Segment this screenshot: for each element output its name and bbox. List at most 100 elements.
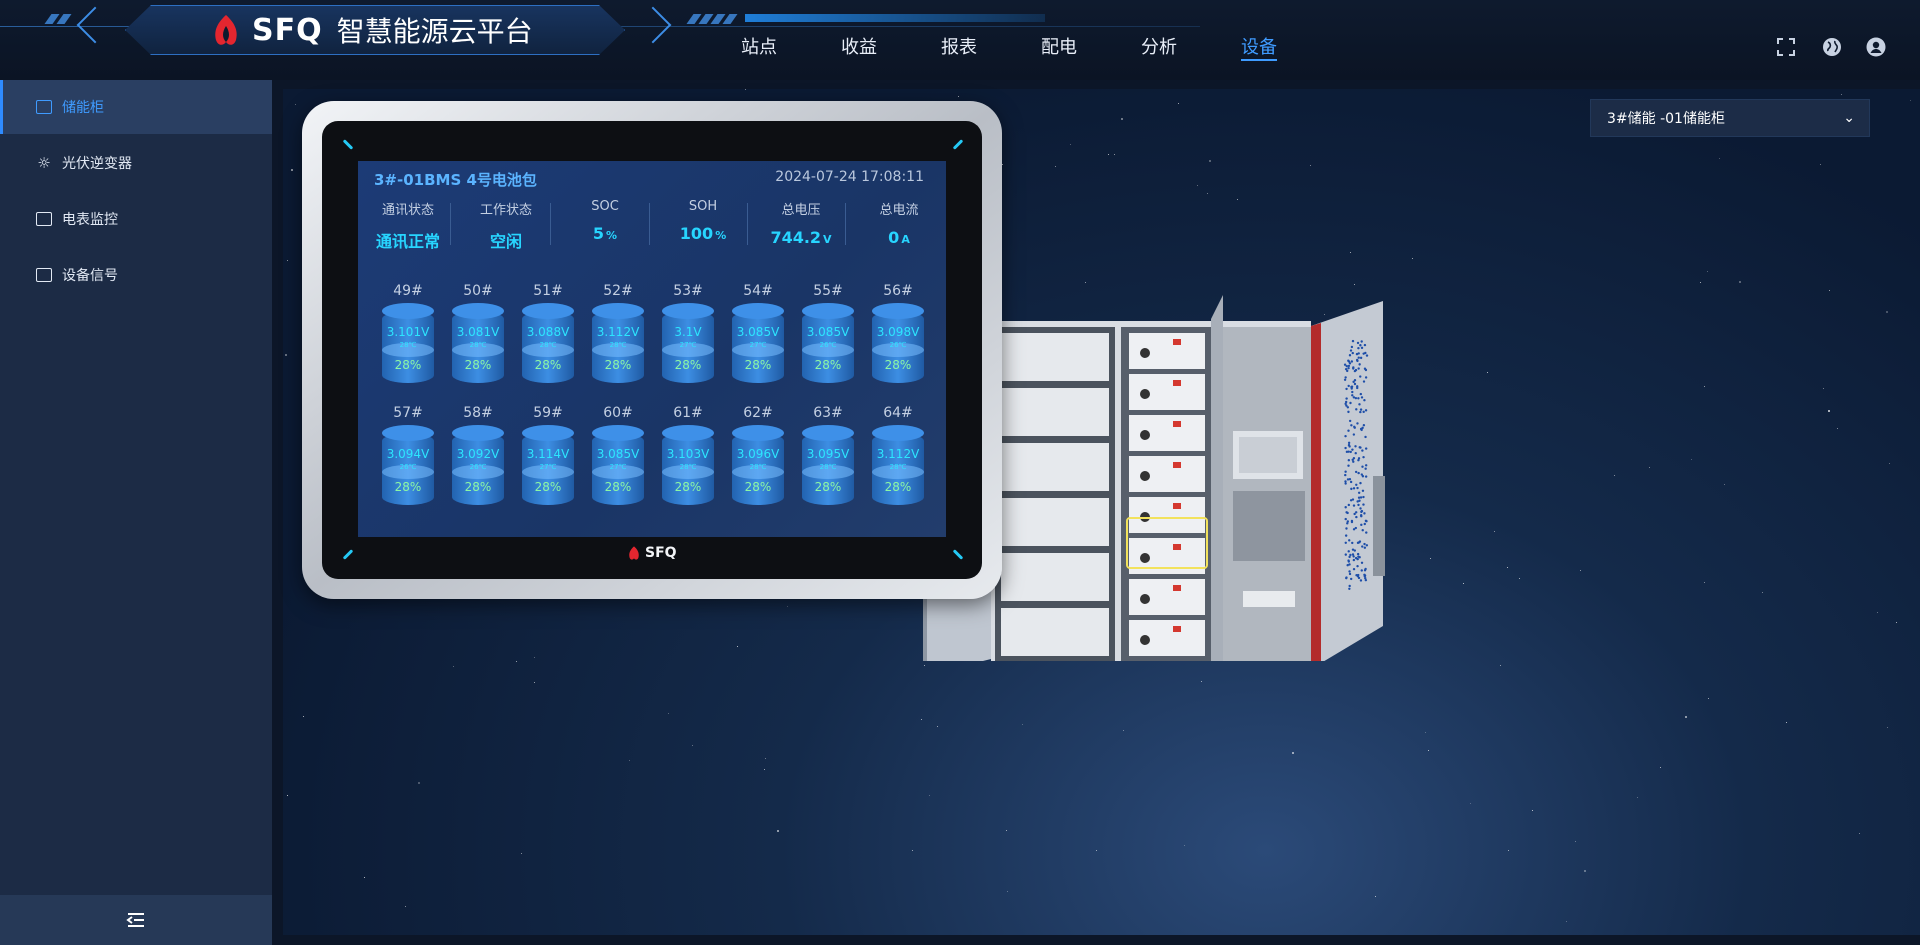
device-select[interactable]: 3#储能 -01储能柜 ⌄ [1590, 99, 1870, 137]
stat-total-voltage: 总电压 744.2 V [752, 199, 850, 247]
battery-cylinder-icon: 3.114V 27℃ 28% [522, 425, 574, 511]
battery-cell[interactable]: 63# 3.095V 28℃ 28% [802, 405, 854, 511]
bms-pack-title: 3#-01BMS 4号电池包 [374, 171, 537, 189]
cell-soc: 28% [744, 358, 772, 372]
cell-soc: 28% [464, 358, 492, 372]
stat-value: 通讯正常 [375, 232, 440, 251]
flame-logo-icon [215, 15, 237, 45]
battery-cell[interactable]: 49# 3.101V 28℃ 28% [382, 283, 434, 389]
battery-cell[interactable]: 57# 3.094V 26℃ 28% [382, 405, 434, 511]
stat-total-current: 总电流 0A [850, 199, 946, 247]
cell-voltage: 3.094V [386, 447, 430, 461]
sidebar: 储能柜 ☼ 光伏逆变器 电表监控 设备信号 [0, 80, 272, 945]
menu-collapse-button[interactable] [0, 895, 272, 945]
sidebar-item-label: 电表监控 [62, 212, 118, 228]
sidebar-item-label: 光伏逆变器 [62, 156, 132, 172]
brand: SFQ 智慧能源云平台 [208, 10, 533, 50]
battery-cylinder-icon: 3.112V 28℃ 28% [592, 303, 644, 389]
cell-voltage: 3.088V [526, 325, 570, 339]
battery-cylinder-icon: 3.095V 28℃ 28% [802, 425, 854, 511]
cell-voltage: 3.112V [876, 447, 920, 461]
stat-soc: SOC 5% [556, 199, 654, 243]
cell-id: 53# [673, 283, 703, 299]
stat-value: 0A [888, 228, 910, 247]
bms-screen: 3#-01BMS 4号电池包 2024-07-24 17:08:11 通讯状态 … [358, 161, 946, 537]
sidebar-item-storage-cabinet[interactable]: 储能柜 [0, 80, 272, 134]
battery-cell[interactable]: 60# 3.085V 27℃ 28% [592, 405, 644, 511]
globe-icon[interactable] [1822, 37, 1842, 57]
brand-title: 智慧能源云平台 [336, 15, 533, 48]
cell-temperature: 28℃ [889, 463, 907, 471]
cell-voltage: 3.085V [736, 325, 780, 339]
stat-label: SOH [688, 199, 718, 214]
cell-id: 52# [603, 283, 633, 299]
cell-voltage: 3.1V [674, 325, 702, 339]
battery-cell[interactable]: 62# 3.096V 28℃ 28% [732, 405, 784, 511]
battery-cell[interactable]: 54# 3.085V 27℃ 28% [732, 283, 784, 389]
battery-cell[interactable]: 51# 3.088V 28℃ 28% [522, 283, 574, 389]
battery-cylinder-icon: 3.098V 26℃ 28% [872, 303, 924, 389]
battery-cell[interactable]: 64# 3.112V 28℃ 28% [872, 405, 924, 511]
nav-item-revenue[interactable]: 收益 [841, 33, 941, 59]
stat-value: 空闲 [489, 232, 522, 251]
cell-temperature: 28℃ [819, 463, 837, 471]
battery-cell[interactable]: 61# 3.103V 28℃ 28% [662, 405, 714, 511]
cell-temperature: 27℃ [539, 463, 557, 471]
cell-temperature: 27℃ [679, 341, 697, 349]
flame-logo-icon [629, 546, 639, 560]
battery-cell[interactable]: 52# 3.112V 28℃ 28% [592, 283, 644, 389]
battery-cylinder-icon: 3.096V 28℃ 28% [732, 425, 784, 511]
cell-voltage: 3.114V [526, 447, 570, 461]
battery-cylinder-icon: 3.101V 28℃ 28% [382, 303, 434, 389]
user-icon[interactable] [1866, 37, 1886, 57]
stat-divider [550, 203, 551, 245]
sidebar-item-label: 储能柜 [62, 100, 104, 116]
bms-timestamp: 2024-07-24 17:08:11 [775, 169, 924, 185]
cell-temperature: 27℃ [749, 341, 767, 349]
cell-voltage: 3.081V [456, 325, 500, 339]
nav-item-reports[interactable]: 报表 [941, 33, 1041, 59]
stat-label: 工作状态 [479, 203, 532, 218]
battery-cylinder-icon: 3.085V 26℃ 28% [802, 303, 854, 389]
nav-item-analysis[interactable]: 分析 [1141, 33, 1241, 59]
sidebar-item-label: 设备信号 [62, 268, 118, 284]
chevron-left-decor [76, 6, 114, 44]
cell-temperature: 28℃ [679, 463, 697, 471]
battery-cylinder-icon: 3.085V 27℃ 28% [592, 425, 644, 511]
sidebar-item-device-signal[interactable]: 设备信号 [0, 248, 272, 302]
battery-cell[interactable]: 50# 3.081V 28℃ 28% [452, 283, 504, 389]
battery-cell[interactable]: 55# 3.085V 26℃ 28% [802, 283, 854, 389]
fullscreen-icon[interactable] [1776, 37, 1796, 57]
cell-soc: 28% [464, 480, 492, 494]
nav-item-distribution[interactable]: 配电 [1041, 33, 1141, 59]
sidebar-item-pv-inverter[interactable]: ☼ 光伏逆变器 [0, 136, 272, 190]
battery-cabinet-icon [36, 100, 52, 114]
tablet-logo: SFQ [626, 545, 677, 561]
battery-cylinder-icon: 3.1V 27℃ 28% [662, 303, 714, 389]
sidebar-item-meter-monitor[interactable]: 电表监控 [0, 192, 272, 246]
cell-soc: 28% [604, 480, 632, 494]
cell-voltage: 3.096V [736, 447, 780, 461]
battery-cell[interactable]: 56# 3.098V 26℃ 28% [872, 283, 924, 389]
cell-id: 61# [673, 405, 703, 421]
cell-soc: 28% [814, 480, 842, 494]
top-header: SFQ 智慧能源云平台 站点 收益 报表 配电 分析 设备 [0, 0, 1920, 80]
cell-soc: 28% [744, 480, 772, 494]
cell-temperature: 26℃ [889, 341, 907, 349]
battery-cell[interactable]: 59# 3.114V 27℃ 28% [522, 405, 574, 511]
battery-cylinder-icon: 3.081V 28℃ 28% [452, 303, 504, 389]
cell-id: 50# [463, 283, 493, 299]
battery-cell[interactable]: 58# 3.092V 26℃ 28% [452, 405, 504, 511]
cell-temperature: 28℃ [539, 341, 557, 349]
cell-id: 55# [813, 283, 843, 299]
nav-item-site[interactable]: 站点 [741, 33, 841, 59]
cell-id: 51# [533, 283, 563, 299]
cell-voltage: 3.085V [596, 447, 640, 461]
battery-cell[interactable]: 53# 3.1V 27℃ 28% [662, 283, 714, 389]
cell-id: 49# [393, 283, 423, 299]
cell-voltage: 3.098V [876, 325, 920, 339]
cell-soc: 28% [394, 358, 422, 372]
nav-item-device[interactable]: 设备 [1241, 33, 1341, 61]
cell-id: 62# [743, 405, 773, 421]
cell-temperature: 28℃ [469, 341, 487, 349]
